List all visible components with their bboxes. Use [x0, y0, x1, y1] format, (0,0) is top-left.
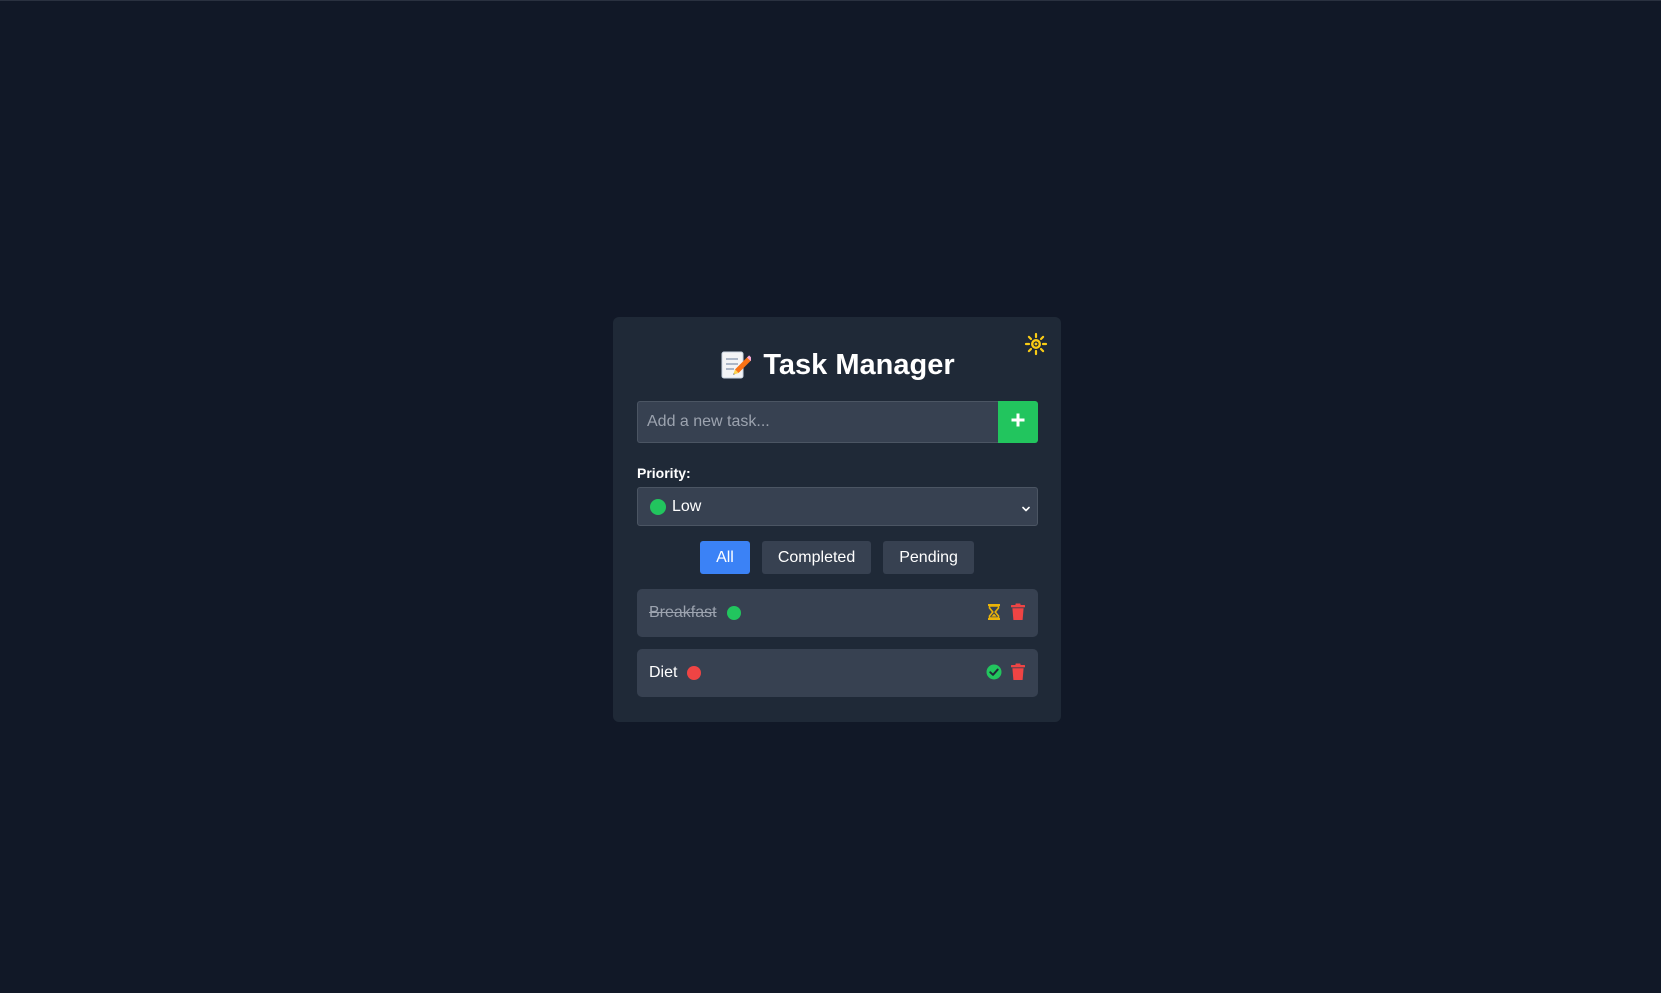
trash-icon[interactable]	[1010, 663, 1026, 681]
page-title-row: Task Manager	[613, 343, 1061, 387]
page-title: Task Manager	[763, 348, 955, 381]
priority-label: Priority:	[637, 465, 691, 481]
priority-dot	[726, 606, 741, 620]
filter-bar: All Completed Pending	[613, 541, 1061, 574]
filter-completed-button[interactable]: Completed	[761, 541, 872, 574]
task-manager-card: Task Manager Priority: Low All Compl	[613, 317, 1061, 722]
task-actions	[986, 663, 1026, 681]
priority-low-dot	[650, 498, 666, 515]
memo-pencil-icon	[719, 349, 754, 381]
add-task-button[interactable]	[998, 401, 1038, 443]
plus-icon	[1010, 412, 1026, 433]
app-viewport: Task Manager Priority: Low All Compl	[0, 0, 1661, 993]
task-item[interactable]: Breakfast	[637, 589, 1038, 637]
filter-all-button[interactable]: All	[700, 541, 750, 574]
chevron-down-icon	[1021, 501, 1031, 512]
priority-selected-value: Low	[672, 497, 702, 515]
priority-select[interactable]: Low	[637, 487, 1038, 526]
new-task-input[interactable]	[637, 401, 998, 443]
task-name: Diet	[649, 664, 678, 681]
hourglass-icon[interactable]	[986, 603, 1002, 621]
task-name: Breakfast	[649, 604, 717, 621]
check-circle-icon[interactable]	[986, 663, 1002, 681]
task-actions	[986, 603, 1026, 621]
trash-icon[interactable]	[1010, 603, 1026, 621]
filter-pending-button[interactable]: Pending	[883, 541, 974, 574]
priority-dot	[687, 666, 702, 680]
task-item[interactable]: Diet	[637, 649, 1038, 697]
